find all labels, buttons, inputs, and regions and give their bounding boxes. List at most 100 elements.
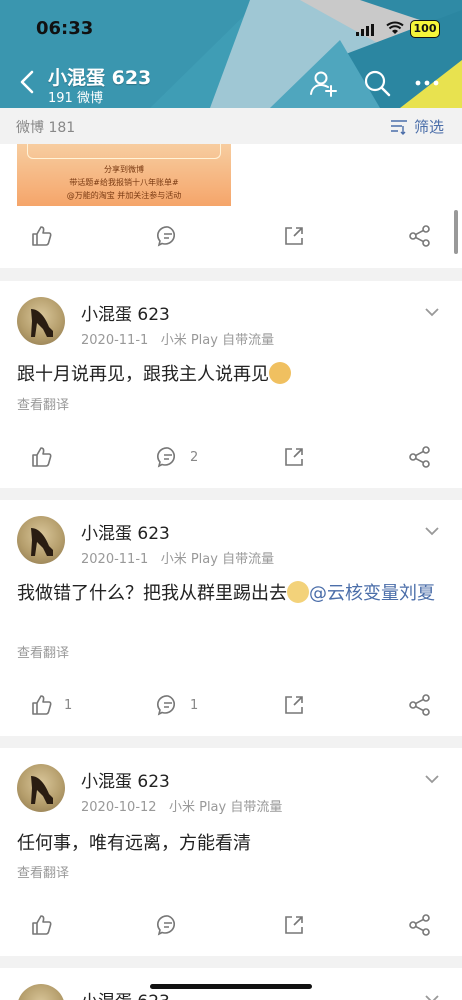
post-card: 小混蛋 623 2020-11-1 小米 Play 自带流量 我做错了什么？把我… (0, 500, 462, 736)
post-card: 分享到微博 带话题#给我报销十八年账单# @万能的淘宝 并加关注参与活动 (0, 144, 462, 268)
comment-button[interactable]: 2 (156, 437, 198, 477)
comment-button[interactable] (156, 905, 190, 945)
post-date: 2020-11-1 (81, 333, 149, 348)
post-source: 小米 Play 自带流量 (160, 333, 275, 348)
like-button[interactable] (30, 437, 64, 477)
comment-button[interactable] (156, 216, 180, 256)
chevron-down-icon[interactable] (424, 307, 440, 317)
translate-link[interactable]: 查看翻译 (17, 862, 69, 881)
chevron-down-icon[interactable] (424, 526, 440, 536)
weibo-count: 微博 181 (16, 120, 76, 136)
clock: 06:33 (36, 18, 94, 39)
share-nodes-icon (409, 446, 430, 468)
share-nodes-icon (409, 914, 430, 936)
share-button[interactable] (408, 216, 432, 256)
share-nodes-icon (409, 225, 430, 247)
post-meta: 2020-11-1 小米 Play 自带流量 (81, 329, 274, 348)
scrollbar[interactable] (454, 210, 458, 254)
thumbs-up-icon (32, 226, 52, 246)
profile-header: 06:33 100 小混蛋 623 191 微博 (0, 0, 462, 108)
thumbs-up-icon (32, 695, 52, 715)
post-text: 我做错了什么？把我从群里踢出去 @云核变量刘夏 (17, 580, 447, 607)
repost-button[interactable] (282, 216, 306, 256)
share-out-icon (285, 448, 303, 466)
post-meta: 2020-11-1 小米 Play 自带流量 (81, 548, 274, 567)
post-text-content: 跟十月说再见，跟我主人说再见 (17, 364, 269, 385)
avatar[interactable] (17, 516, 65, 564)
post-card: 小混蛋 623 2020-11-1 小米 Play 自带流量 跟十月说再见，跟我… (0, 281, 462, 488)
post-text-content: 我做错了什么？把我从群里踢出去 (17, 583, 287, 604)
doge-emoji-icon (269, 362, 291, 384)
post-date: 2020-11-1 (81, 552, 149, 567)
post-actions: 2 (0, 437, 462, 477)
more-options-icon[interactable] (412, 68, 442, 98)
filter-button[interactable]: 筛选 (390, 116, 444, 137)
like-button[interactable]: 1 (30, 685, 72, 725)
chevron-down-icon[interactable] (424, 994, 440, 1000)
promo-line: 分享到微博 (104, 165, 144, 174)
wifi-icon (386, 21, 404, 34)
post-count: 191 微博 (48, 91, 103, 106)
post-card: 小混蛋 623 2020-10-12 小米 Play 自带流量 任何事，唯有远离… (0, 748, 462, 956)
post-actions (0, 216, 462, 256)
post-source: 小米 Play 自带流量 (168, 800, 283, 815)
high-heel-image (31, 776, 53, 804)
filter-icon (390, 119, 407, 135)
share-out-icon (285, 916, 303, 934)
repost-button[interactable] (282, 437, 306, 477)
comment-button[interactable]: 1 (156, 685, 198, 725)
avatar[interactable] (17, 984, 65, 1000)
search-icon[interactable] (362, 68, 392, 98)
battery-icon: 100 (410, 20, 440, 38)
like-button[interactable] (30, 905, 64, 945)
share-nodes-icon (409, 694, 430, 716)
promo-line: @万能的淘宝 并加关注参与活动 (66, 191, 182, 200)
promo-line: 带话题#给我报销十八年账单# (69, 178, 179, 187)
comment-icon (157, 447, 176, 468)
avatar[interactable] (17, 764, 65, 812)
share-button[interactable] (408, 905, 432, 945)
high-heel-image (31, 528, 53, 556)
share-out-icon (285, 227, 303, 245)
comment-count: 1 (190, 697, 199, 713)
share-button[interactable] (408, 437, 432, 477)
comment-count: 2 (190, 449, 199, 465)
status-bar: 06:33 100 (0, 18, 462, 42)
high-heel-image (31, 309, 53, 337)
avatar[interactable] (17, 297, 65, 345)
home-indicator[interactable] (150, 984, 312, 989)
comment-icon (157, 226, 176, 247)
back-arrow-icon[interactable] (14, 68, 42, 96)
translate-link[interactable]: 查看翻译 (17, 394, 69, 413)
author-name[interactable]: 小混蛋 623 (81, 300, 170, 325)
feed-subbar: 微博 181 筛选 (0, 108, 462, 144)
rolling-eyes-emoji-icon (287, 581, 309, 603)
repost-button[interactable] (282, 685, 306, 725)
share-out-icon (285, 696, 303, 714)
comment-icon (157, 695, 176, 716)
like-button[interactable] (30, 216, 54, 256)
post-source: 小米 Play 自带流量 (160, 552, 275, 567)
translate-link[interactable]: 查看翻译 (17, 642, 69, 661)
follow-user-icon[interactable] (308, 68, 338, 98)
like-count: 1 (64, 697, 73, 713)
page-title: 小混蛋 623 (48, 67, 152, 89)
comment-icon (157, 915, 176, 936)
thumbs-up-icon (32, 915, 52, 935)
cellular-signal-icon (356, 24, 374, 36)
repost-button[interactable] (282, 905, 306, 945)
post-meta: 2020-10-12 小米 Play 自带流量 (81, 796, 282, 815)
post-actions: 1 1 (0, 685, 462, 725)
post-text: 任何事，唯有远离，方能看清 (17, 833, 251, 854)
share-button[interactable] (408, 685, 432, 725)
thumbs-up-icon (32, 447, 52, 467)
post-text: 跟十月说再见，跟我主人说再见 (17, 361, 447, 388)
mention-link[interactable]: @云核变量刘夏 (309, 583, 435, 604)
author-name[interactable]: 小混蛋 623 (81, 519, 170, 544)
post-actions (0, 905, 462, 945)
post-date: 2020-10-12 (81, 800, 157, 815)
post-image[interactable]: 分享到微博 带话题#给我报销十八年账单# @万能的淘宝 并加关注参与活动 (17, 144, 231, 206)
filter-label: 筛选 (413, 118, 444, 136)
author-name[interactable]: 小混蛋 623 (81, 767, 170, 792)
chevron-down-icon[interactable] (424, 774, 440, 784)
